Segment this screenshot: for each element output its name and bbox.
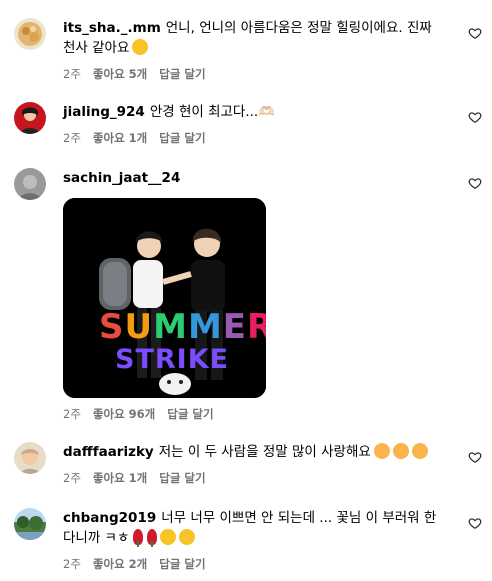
comment-likes[interactable]: 좋아요 2개	[93, 556, 147, 572]
comment-text: its_sha._.mm 언니, 언니의 아름다움은 정말 힐링이에요. 진짜 천…	[63, 18, 448, 58]
comment-username[interactable]: dafffaarizky	[63, 444, 154, 460]
comment-username[interactable]: chbang2019	[63, 510, 156, 526]
smiling-face-with-hearts-emoji-icon	[373, 443, 390, 459]
comment-meta: 2주 좋아요 1개 답글 달기	[63, 130, 448, 146]
comment-age[interactable]: 2주	[63, 556, 81, 572]
comment-body: 안경 현이 최고다...🫶🏻	[149, 104, 276, 120]
comment-username[interactable]: sachin_jaat__24	[63, 170, 180, 186]
laughing-face-emoji-icon	[160, 529, 177, 545]
reply-button[interactable]: 답글 달기	[159, 470, 205, 486]
reply-button[interactable]: 답글 달기	[159, 130, 205, 146]
comment-likes[interactable]: 좋아요 1개	[93, 130, 147, 146]
avatar-image-person	[14, 168, 46, 200]
comment-text: chbang2019 너무 너무 이쁘면 안 되는데 ... 꽃님 이 부러워 한…	[63, 508, 448, 548]
rose-emoji-icon	[133, 529, 144, 547]
avatar-image-person	[14, 102, 46, 134]
sticker-subtitle: STRIKE	[115, 346, 229, 374]
like-heart-icon[interactable]	[468, 450, 482, 464]
comment-meta: 2주 좋아요 96개 답글 달기	[63, 406, 448, 422]
avatar[interactable]	[14, 508, 46, 540]
comment-likes[interactable]: 좋아요 5개	[93, 66, 147, 82]
avatar[interactable]	[14, 18, 46, 50]
comment-text: sachin_jaat__24	[63, 168, 448, 188]
sticker-title-line1: SUMMER	[99, 307, 266, 347]
like-heart-icon[interactable]	[468, 26, 482, 40]
like-heart-icon[interactable]	[468, 110, 482, 124]
comment-text: jialing_924 안경 현이 최고다...🫶🏻	[63, 102, 448, 122]
avatar-image-person	[14, 442, 46, 474]
smiling-face-with-hearts-emoji-icon	[392, 443, 409, 459]
comment-age[interactable]: 2주	[63, 406, 81, 422]
like-heart-icon[interactable]	[468, 176, 482, 190]
comment-likes[interactable]: 좋아요 96개	[93, 406, 155, 422]
rose-emoji-icon	[147, 529, 158, 547]
comment-age[interactable]: 2주	[63, 130, 81, 146]
sticker-title-line2: STRIKE	[115, 344, 230, 375]
smiling-face-emoji-icon	[132, 39, 149, 55]
sticker-attachment[interactable]: SUMMER STRIKE	[63, 198, 266, 398]
like-heart-icon[interactable]	[468, 516, 482, 530]
reply-button[interactable]: 답글 달기	[159, 66, 205, 82]
comment-body: 저는 이 두 사람을 정말 많이 사랑해요	[158, 444, 371, 460]
avatar[interactable]	[14, 442, 46, 474]
comment-age[interactable]: 2주	[63, 66, 81, 82]
comment-meta: 2주 좋아요 2개 답글 달기	[63, 556, 448, 572]
laughing-face-emoji-icon	[179, 529, 196, 545]
avatar[interactable]	[14, 102, 46, 134]
comment-likes[interactable]: 좋아요 1개	[93, 470, 147, 486]
comment-username[interactable]: its_sha._.mm	[63, 20, 161, 36]
smiling-face-with-hearts-emoji-icon	[411, 443, 428, 459]
reply-button[interactable]: 답글 달기	[159, 556, 205, 572]
comment-text: dafffaarizky 저는 이 두 사람을 정말 많이 사랑해요	[63, 442, 448, 462]
comment-username[interactable]: jialing_924	[63, 104, 145, 120]
comment-age[interactable]: 2주	[63, 470, 81, 486]
avatar-image-food	[14, 18, 46, 50]
avatar[interactable]	[14, 168, 46, 200]
comment-meta: 2주 좋아요 1개 답글 달기	[63, 470, 448, 486]
avatar-image-landscape	[14, 508, 46, 540]
comment-meta: 2주 좋아요 5개 답글 달기	[63, 66, 448, 82]
sticker-title: SUMMER	[99, 310, 266, 344]
reply-button[interactable]: 답글 달기	[167, 406, 213, 422]
